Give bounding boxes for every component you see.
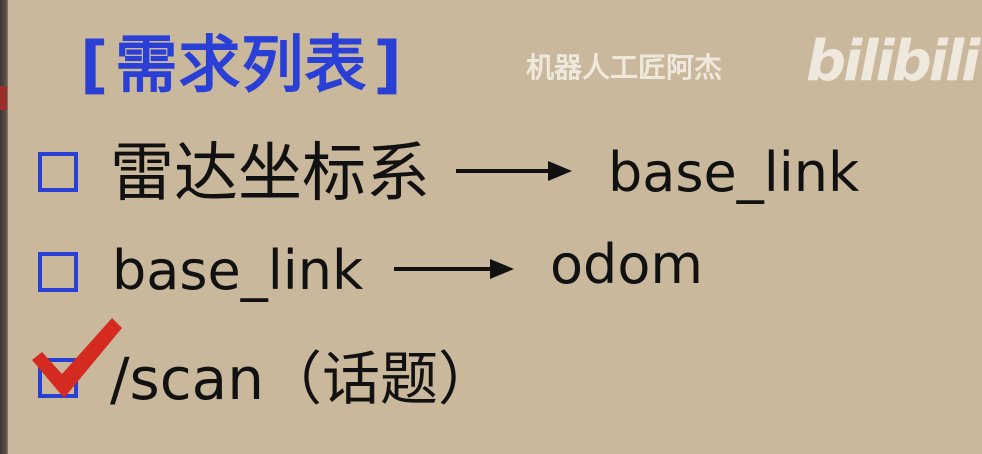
page-title: [需求列表] bbox=[74, 34, 409, 96]
window-edge-red-marker bbox=[0, 86, 7, 110]
requirement-item-2: base_link odom bbox=[0, 233, 982, 320]
requirement-item-1: 雷达坐标系 base_link bbox=[0, 140, 982, 220]
slide: [需求列表] 机器人工匠阿杰 bilibili 雷达坐标系 base_link … bbox=[0, 0, 982, 454]
requirement-label-1: 雷达坐标系 bbox=[110, 137, 430, 211]
title-text: 需求列表 bbox=[115, 28, 368, 101]
requirement-label-2: base_link bbox=[112, 239, 364, 302]
title-open-bracket: [ bbox=[80, 28, 110, 101]
requirement-item-3: /scan（话题） bbox=[0, 318, 982, 416]
requirement-label-3: /scan（话题） bbox=[110, 345, 496, 413]
bilibili-logo: bilibili bbox=[806, 29, 980, 94]
checkbox-1[interactable] bbox=[38, 152, 78, 192]
checkbox-2[interactable] bbox=[38, 252, 78, 292]
author-watermark: 机器人工匠阿杰 bbox=[526, 51, 723, 84]
right-arrow-icon bbox=[394, 259, 514, 279]
title-close-bracket: ] bbox=[373, 28, 403, 101]
requirement-target-2: odom bbox=[550, 233, 703, 296]
right-arrow-icon bbox=[456, 161, 572, 181]
requirement-target-1: base_link bbox=[608, 141, 860, 204]
